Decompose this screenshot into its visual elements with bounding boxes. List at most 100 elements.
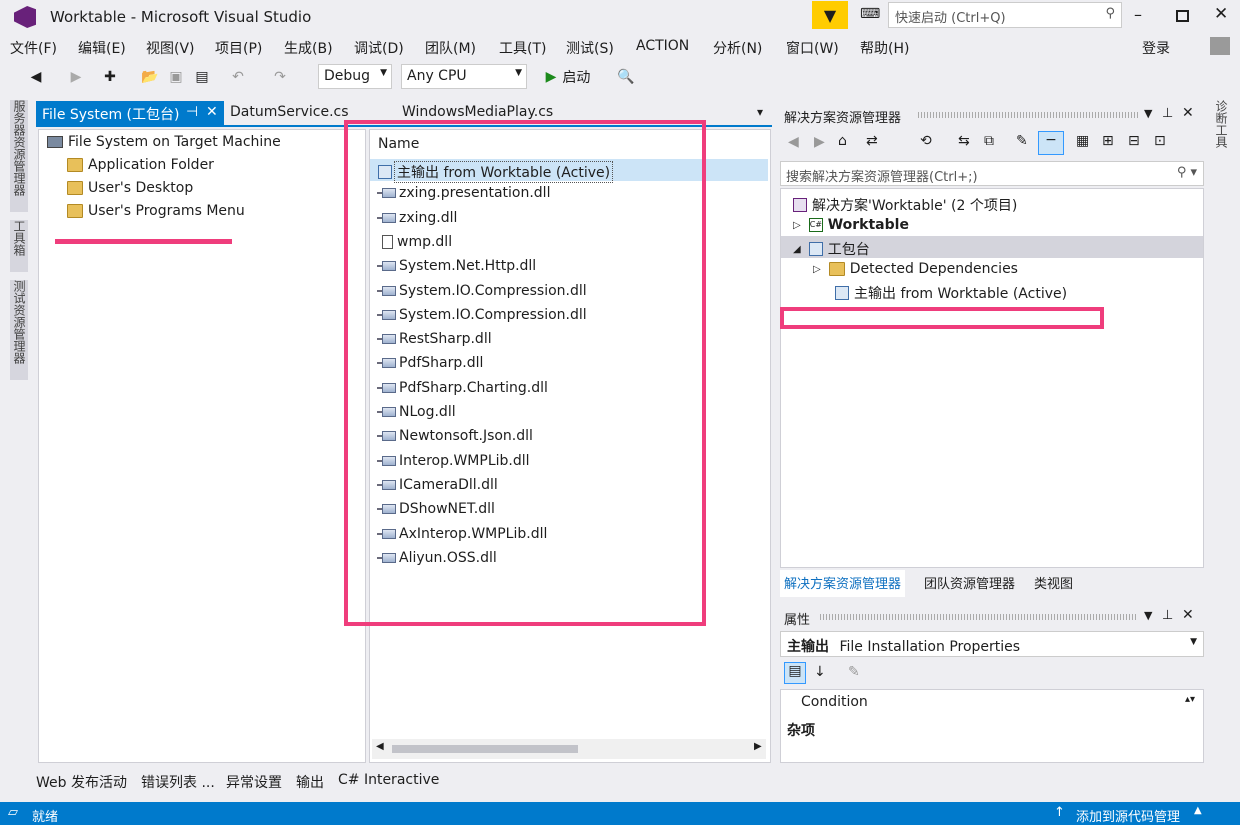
tab-overflow-icon[interactable]: ▾ [757, 105, 763, 119]
search-icon: ⚲ [1105, 6, 1115, 21]
menu-action[interactable]: ACTION [636, 38, 689, 54]
redo-icon[interactable]: ↷ [270, 65, 290, 89]
solution-search-input[interactable]: 搜索解决方案资源管理器(Ctrl+;) ⚲ ▾ [780, 161, 1204, 186]
dropdown-icon[interactable]: ▼ [1144, 107, 1152, 120]
menu-build[interactable]: 生成(B) [284, 38, 333, 58]
tab-exception-settings[interactable]: 异常设置 [226, 772, 282, 792]
close-button[interactable]: ✕ [1214, 4, 1228, 24]
minimize-button[interactable]: – [1134, 5, 1142, 24]
new-project-icon[interactable]: ✚ [100, 65, 120, 89]
tree-item-application-folder[interactable]: Application Folder [67, 157, 214, 173]
expand-icon[interactable]: ▷ [793, 220, 801, 231]
home-icon[interactable]: ⌂ [838, 133, 847, 149]
side-tab-test-explorer[interactable]: 测试资源管理器 [10, 280, 28, 380]
close-icon[interactable]: ✕ [206, 104, 218, 120]
menu-window[interactable]: 窗口(W) [786, 38, 839, 58]
save-icon[interactable]: ▣ [166, 65, 186, 89]
tab-error-list[interactable]: 错误列表 ... [141, 772, 215, 792]
save-all-icon[interactable]: ▤ [192, 65, 212, 89]
preview-icon[interactable]: − [1038, 131, 1064, 155]
tree-root[interactable]: File System on Target Machine [47, 134, 281, 150]
pin-icon[interactable]: ⊣ [186, 104, 198, 120]
property-pages-icon[interactable]: ✎ [848, 664, 860, 680]
history-icon[interactable]: ⟲ [920, 133, 932, 149]
back-icon[interactable]: ◀ [788, 134, 799, 150]
close-icon[interactable]: ✕ [1182, 105, 1194, 121]
collapse-all-icon[interactable]: ⧉ [984, 133, 994, 149]
find-icon[interactable]: 🔍 [616, 65, 636, 89]
view-code-icon[interactable]: ▦ [1076, 133, 1089, 149]
menu-file[interactable]: 文件(F) [10, 38, 57, 58]
pin-icon[interactable]: ⊥ [1162, 608, 1173, 623]
close-icon[interactable]: ✕ [1182, 607, 1194, 623]
tab-web-publish[interactable]: Web 发布活动 [36, 772, 127, 792]
scroll-icon[interactable]: ▴▾ [1185, 694, 1195, 705]
menu-tools[interactable]: 工具(T) [499, 38, 546, 58]
side-tab-server-explorer[interactable]: 服务器资源管理器 [10, 100, 28, 212]
alphabetical-icon[interactable]: ↓ [814, 664, 826, 680]
file-search-icon[interactable]: ⊟ [1128, 133, 1140, 149]
setup-editor-icon[interactable]: ⊡ [1154, 133, 1166, 149]
side-tab-diagnostics[interactable]: 诊断工具 [1212, 100, 1230, 160]
feedback-icon[interactable]: ⌨ [860, 6, 880, 22]
play-icon: ▶ [545, 69, 557, 85]
scroll-left-icon[interactable]: ◀ [376, 741, 384, 752]
menu-analyze[interactable]: 分析(N) [713, 38, 762, 58]
menu-project[interactable]: 项目(P) [215, 38, 262, 58]
project-gongbaotai[interactable]: ◢ 工包台 [793, 239, 870, 259]
notification-flag-icon[interactable]: ▼ [812, 1, 848, 29]
properties-object-select[interactable]: 主输出 File Installation Properties ▼ [780, 631, 1204, 657]
tab-csharp-interactive[interactable]: C# Interactive [338, 772, 439, 788]
forward-icon[interactable]: ▶ [66, 65, 86, 89]
tree-item-users-desktop[interactable]: User's Desktop [67, 180, 193, 196]
sync-icon[interactable]: ⇄ [866, 133, 878, 149]
scroll-right-icon[interactable]: ▶ [754, 741, 762, 752]
pin-icon[interactable]: ⊥ [1162, 106, 1173, 121]
account-icon[interactable] [1210, 37, 1230, 55]
forward-icon[interactable]: ▶ [814, 134, 825, 150]
detected-dependencies[interactable]: ▷ Detected Dependencies [813, 261, 1018, 277]
menu-team[interactable]: 团队(M) [425, 38, 476, 58]
side-tab-toolbox[interactable]: 工具箱 [10, 220, 28, 272]
dropdown-icon[interactable]: ▼ [1144, 609, 1152, 622]
start-button[interactable]: ▶ 启动 [536, 65, 600, 89]
open-file-icon[interactable]: 📂 [140, 65, 160, 89]
tab-solution-explorer[interactable]: 解决方案资源管理器 [780, 570, 906, 597]
tab-file-system-label: File System (工包台) [42, 107, 180, 123]
login-link[interactable]: 登录 [1142, 38, 1170, 58]
quick-launch-input[interactable]: 快速启动 (Ctrl+Q) ⚲ [888, 2, 1122, 28]
solution-explorer-header: 解决方案资源管理器 ▼ ⊥ ✕ [780, 102, 1204, 128]
undo-icon[interactable]: ↶ [228, 65, 248, 89]
tab-team-explorer[interactable]: 团队资源管理器 [920, 570, 1019, 595]
maximize-button[interactable] [1176, 10, 1189, 22]
horizontal-scrollbar[interactable]: ◀ ▶ [372, 739, 766, 759]
property-condition[interactable]: Condition [801, 694, 868, 710]
solution-root[interactable]: 解决方案'Worktable' (2 个项目) [793, 195, 1017, 215]
menu-help[interactable]: 帮助(H) [860, 38, 909, 58]
platform-select[interactable]: Any CPU ▼ [401, 64, 527, 89]
menu-edit[interactable]: 编辑(E) [78, 38, 126, 58]
properties-icon[interactable]: ✎ [1016, 133, 1028, 149]
refresh-icon[interactable]: ⇆ [958, 133, 970, 149]
solution-explorer-title: 解决方案资源管理器 [784, 111, 902, 126]
primary-output[interactable]: 主输出 from Worktable (Active) [835, 283, 1067, 303]
tab-datum-service[interactable]: DatumService.cs [224, 101, 352, 127]
folder-icon [828, 262, 845, 276]
menu-view[interactable]: 视图(V) [146, 38, 195, 58]
tree-item-users-programs-menu[interactable]: User's Programs Menu [67, 203, 245, 219]
back-icon[interactable]: ◀ [26, 65, 46, 89]
class-diagram-icon[interactable]: ⊞ [1102, 133, 1114, 149]
menu-test[interactable]: 测试(S) [566, 38, 614, 58]
expand-icon[interactable]: ▷ [813, 264, 821, 275]
tab-output[interactable]: 输出 [296, 772, 324, 792]
solution-config-select[interactable]: Debug ▼ [318, 64, 392, 89]
menu-debug[interactable]: 调试(D) [354, 38, 404, 58]
caret-up-icon[interactable]: ▲ [1194, 805, 1202, 816]
tab-file-system[interactable]: File System (工包台) ⊣ ✕ [36, 101, 224, 127]
source-control-link[interactable]: 添加到源代码管理 [1076, 806, 1180, 825]
collapse-icon[interactable]: ◢ [793, 244, 801, 255]
scroll-thumb[interactable] [392, 745, 578, 753]
project-worktable[interactable]: ▷ C# Worktable [793, 217, 909, 233]
categorized-icon[interactable]: ▤ [784, 662, 806, 684]
tab-class-view[interactable]: 类视图 [1030, 570, 1077, 595]
